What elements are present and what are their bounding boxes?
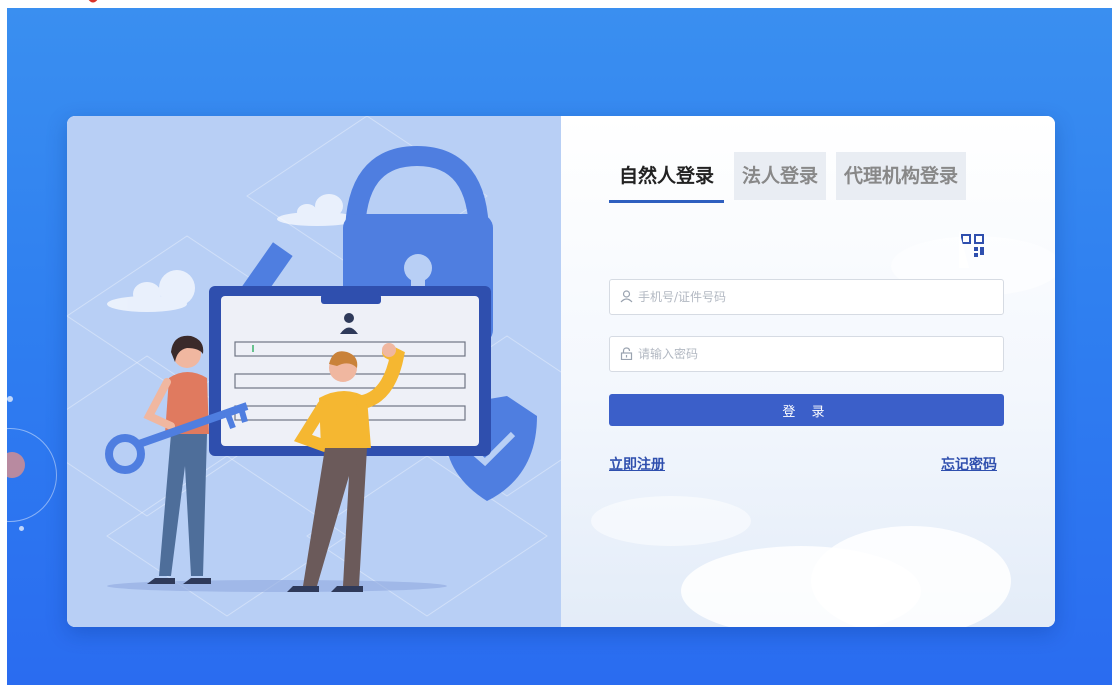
qr-code-icon[interactable] xyxy=(959,230,995,268)
account-input[interactable] xyxy=(638,280,988,314)
account-field xyxy=(609,279,1004,315)
login-card: 自然人登录 法人登录 代理机构登录 手机号/证件号码 登 录 立即注册 忘记密码 xyxy=(67,116,1055,627)
cloud-decoration xyxy=(591,496,751,546)
forgot-password-link[interactable]: 忘记密码 xyxy=(941,454,997,474)
decoration-dot xyxy=(19,526,24,531)
login-button[interactable]: 登 录 xyxy=(609,394,1004,426)
login-type-tabs: 自然人登录 法人登录 代理机构登录 xyxy=(609,152,967,203)
user-icon xyxy=(620,290,633,303)
password-input[interactable] xyxy=(638,337,988,371)
page-background: 自然人登录 法人登录 代理机构登录 手机号/证件号码 登 录 立即注册 忘记密码 xyxy=(7,8,1112,685)
login-panel: 自然人登录 法人登录 代理机构登录 手机号/证件号码 登 录 立即注册 忘记密码 xyxy=(561,116,1055,627)
cloud-decoration xyxy=(811,526,1011,627)
lock-icon xyxy=(620,347,633,360)
password-field xyxy=(609,336,1004,372)
register-link[interactable]: 立即注册 xyxy=(609,454,665,474)
logo-icon xyxy=(88,0,98,3)
decoration-dot xyxy=(7,396,13,402)
tab-corporate-login[interactable]: 法人登录 xyxy=(734,152,827,200)
tab-agency-login[interactable]: 代理机构登录 xyxy=(836,152,967,200)
login-illustration xyxy=(67,116,561,627)
tab-personal-login[interactable]: 自然人登录 xyxy=(609,152,725,203)
